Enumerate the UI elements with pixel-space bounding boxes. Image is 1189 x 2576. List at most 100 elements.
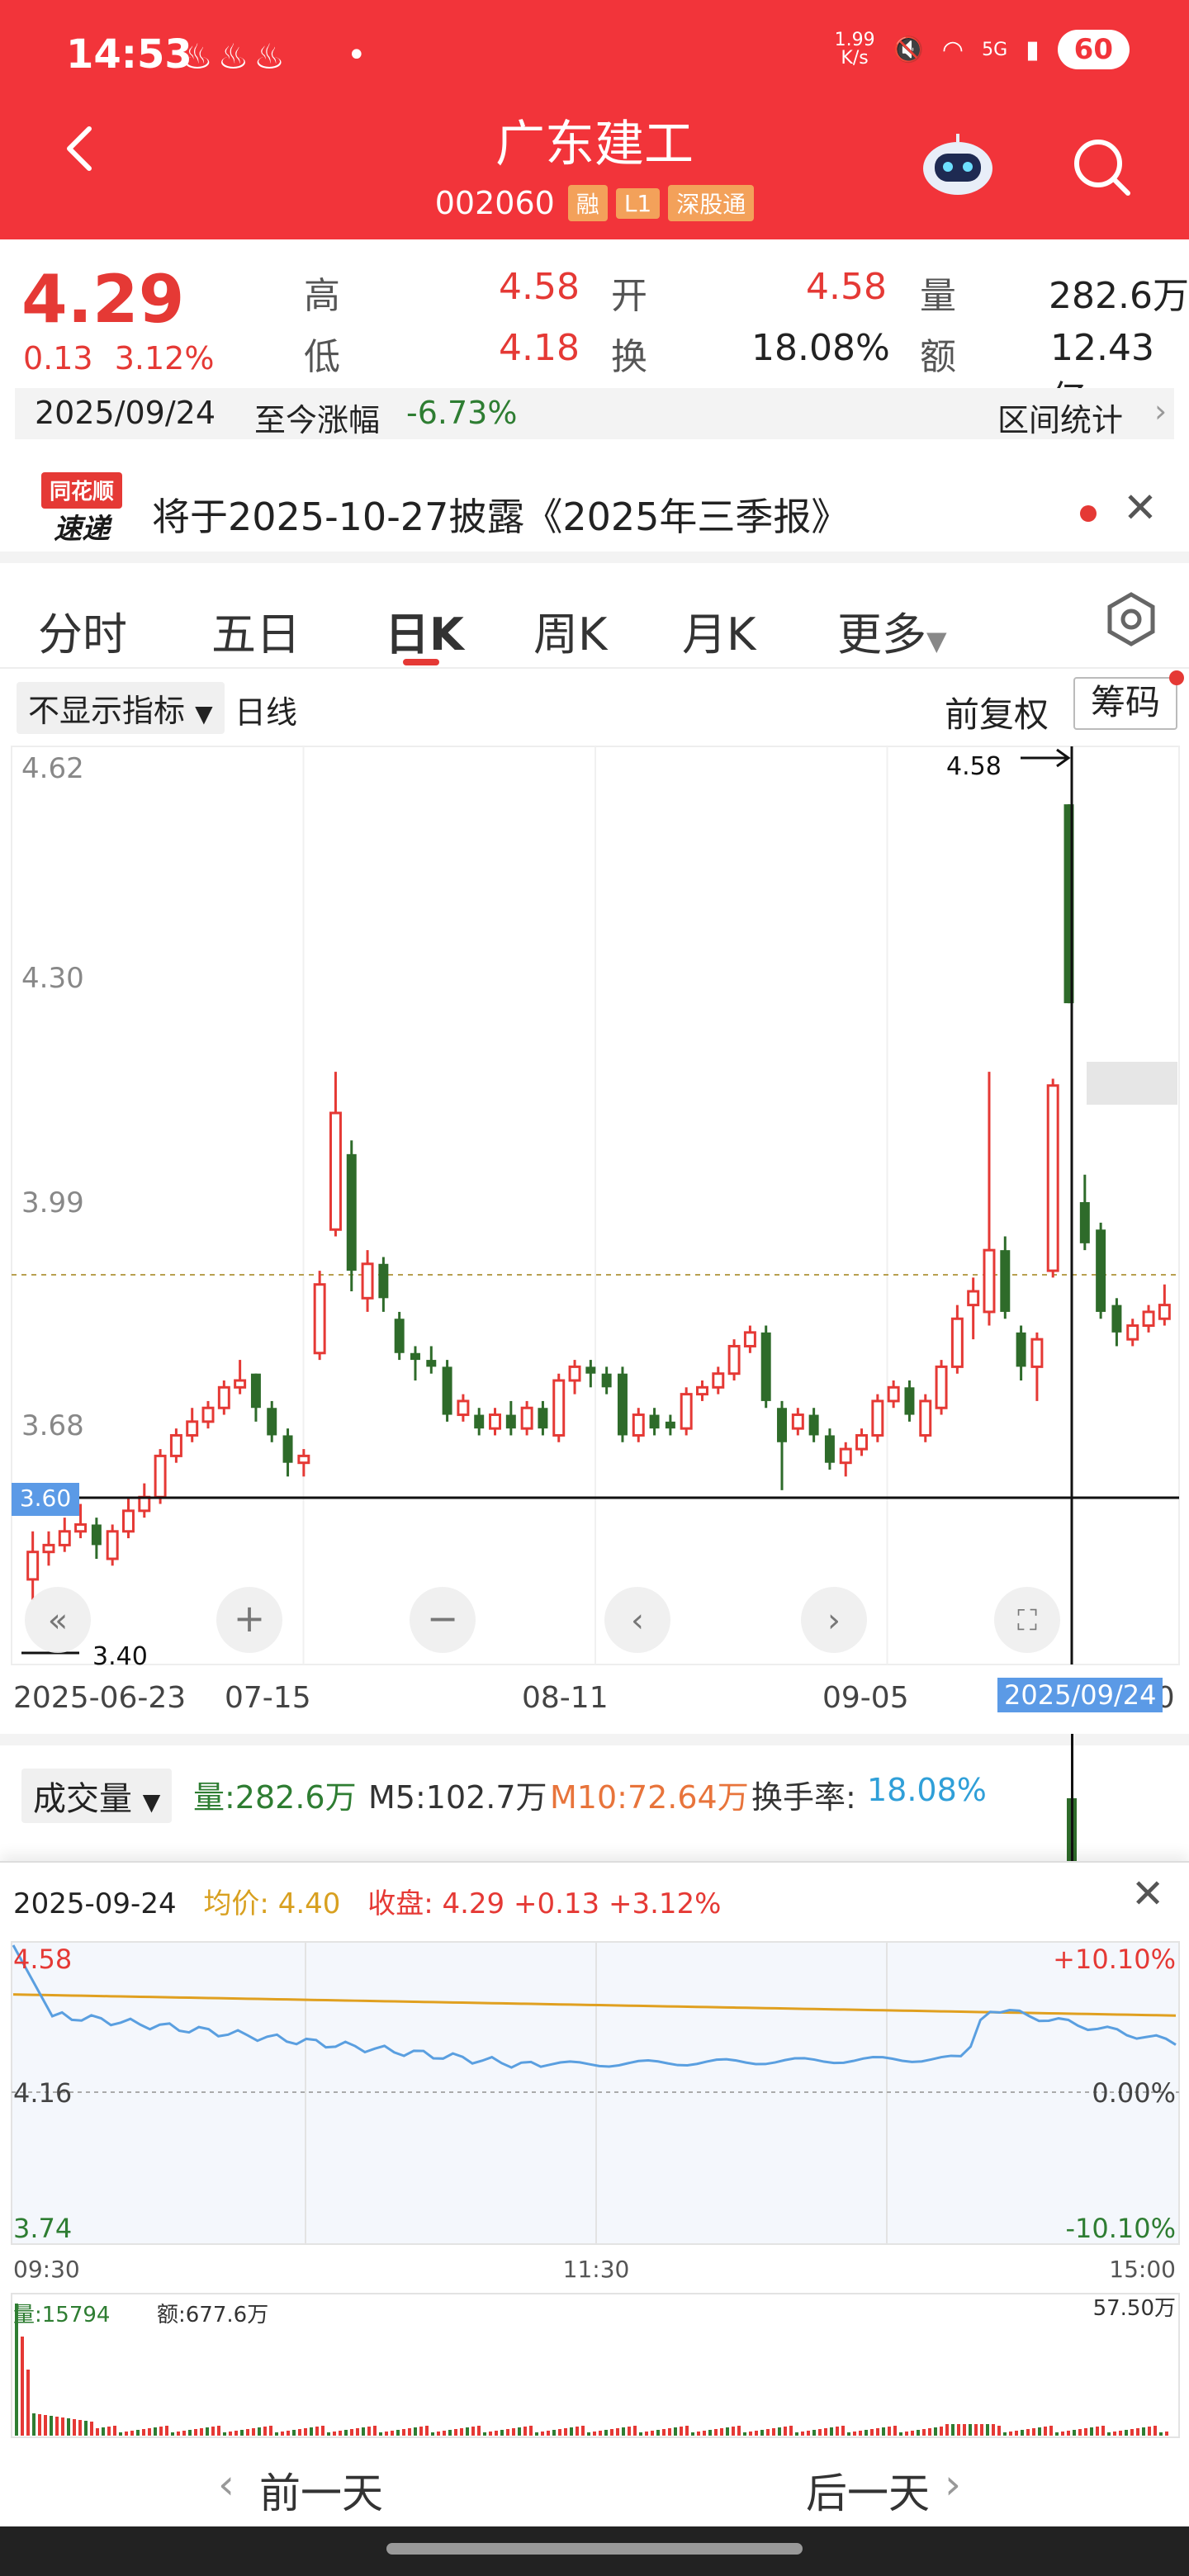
volume-bar: [1021, 2430, 1024, 2436]
active-tab-indicator: [403, 659, 439, 665]
plus-icon: +: [234, 1596, 266, 1641]
candle-up: [727, 1344, 741, 1376]
tab-monthly-k[interactable]: 月K: [682, 598, 756, 663]
date-label-selected: 2025/09/24: [997, 1678, 1163, 1712]
candle-up: [1126, 1324, 1139, 1341]
volume-bar: [847, 2432, 850, 2436]
volume-bar: [980, 2424, 983, 2436]
volume-bar: [15, 2304, 18, 2436]
volume-bar: [535, 2432, 538, 2436]
volume-bar: [755, 2431, 758, 2436]
volume-bar: [529, 2426, 533, 2436]
volume-bar: [113, 2426, 116, 2436]
volume-bar: [1101, 2426, 1105, 2436]
candle-down: [1000, 1250, 1011, 1312]
stock-name: 广东建工: [495, 116, 694, 173]
system-nav-bar: [0, 2526, 1189, 2576]
volume-bar: [899, 2432, 902, 2436]
candle-up: [967, 1290, 980, 1307]
volume-bar: [471, 2427, 475, 2436]
volume-bar: [385, 2432, 388, 2436]
high-value: 4.58: [499, 266, 580, 308]
volume-m10: M10:72.64万: [550, 1779, 749, 1816]
volume-bar: [142, 2429, 145, 2436]
volume-bar: [408, 2428, 411, 2436]
robot-assistant-icon[interactable]: [918, 132, 997, 198]
candle-down: [649, 1414, 660, 1429]
volume-bar: [44, 2415, 47, 2436]
status-dot-icon: •: [347, 36, 367, 74]
range-bar[interactable]: 2025/09/24 至今涨幅 -6.73% 区间统计 ›: [15, 388, 1174, 439]
volume-header: 成交量 ▼ 量:282.6万 M5:102.7万 M10:72.64万 换手率:…: [0, 1734, 1189, 1825]
volume-bar: [523, 2427, 527, 2436]
candle-down: [442, 1366, 452, 1415]
volume-bar: [229, 2432, 232, 2436]
next-day-button[interactable]: 后一天: [806, 2460, 930, 2520]
volume-bar: [714, 2429, 718, 2436]
volume-bar: [708, 2430, 712, 2436]
volume-bar: [726, 2427, 729, 2436]
tab-five-day[interactable]: 五日: [211, 598, 301, 663]
volume-bar: [870, 2429, 874, 2436]
volume-bar: [67, 2418, 70, 2436]
volume-bar: [888, 2427, 891, 2436]
popup-vol-label: 量:15794: [13, 2303, 110, 2327]
range-stats-link[interactable]: 区间统计: [997, 395, 1123, 440]
tab-weekly-k[interactable]: 周K: [533, 598, 607, 663]
volume-bar: [448, 2430, 452, 2436]
volume-bar: [587, 2432, 590, 2436]
chevron-right-icon: ›: [827, 1602, 841, 1640]
stock-meta: 002060 融 L1 深股通: [0, 185, 1189, 221]
candle-down: [538, 1408, 548, 1429]
volume-bar: [339, 2431, 342, 2436]
tab-intraday[interactable]: 分时: [38, 598, 127, 663]
day-navigation: ‹ 前一天 后一天 ›: [0, 2444, 1189, 2526]
home-indicator[interactable]: [386, 2543, 803, 2555]
volume-bar: [321, 2426, 324, 2436]
current-price: 4.29: [21, 261, 185, 338]
notice-banner[interactable]: 同花顺 速递 将于2025-10-27披露《2025年三季报》 ✕: [0, 456, 1189, 563]
volume-bar: [217, 2426, 220, 2436]
status-time: 14:53: [66, 31, 192, 78]
volume-bar: [84, 2421, 88, 2436]
candle-up: [361, 1262, 374, 1300]
volume-bar: [905, 2432, 908, 2436]
candle-up: [154, 1454, 167, 1499]
volume-bar: [223, 2432, 226, 2436]
amount-label: 额: [920, 336, 956, 378]
kline-chart[interactable]: 3.60 4.62 4.30 3.99 3.68 4.58 3.40 « + −…: [0, 740, 1189, 1678]
volume-bar: [310, 2427, 313, 2436]
candle-up: [950, 1317, 964, 1368]
candle-up: [1030, 1338, 1044, 1368]
volume-bar: [604, 2430, 608, 2436]
volume-bar: [258, 2427, 261, 2436]
candle-up: [1158, 1304, 1171, 1320]
volume-bar: [766, 2429, 770, 2436]
volume-bar: [691, 2432, 694, 2436]
close-icon[interactable]: ✕: [1123, 484, 1158, 532]
volume-bar: [674, 2427, 677, 2436]
candle-up: [217, 1385, 230, 1409]
candle-up: [201, 1406, 215, 1423]
tab-more[interactable]: 更多▼: [837, 598, 947, 663]
tab-daily-k[interactable]: 日K: [385, 598, 464, 663]
turnover-value: 18.08%: [751, 327, 890, 369]
volume-bar: [78, 2420, 82, 2436]
popup-time-mid: 11:30: [563, 2256, 630, 2283]
indicator-select[interactable]: 不显示指标 ▼: [17, 682, 225, 734]
candle-up: [457, 1399, 470, 1417]
settings-icon[interactable]: [1101, 590, 1161, 649]
volume-bar: [1142, 2427, 1145, 2436]
volume-bar: [639, 2432, 642, 2436]
vol-label: 量: [920, 275, 956, 317]
volume-bar: [795, 2432, 798, 2436]
volume-bar: [1107, 2432, 1111, 2436]
chip-distribution-button[interactable]: 筹码: [1073, 677, 1177, 730]
candle-up: [313, 1283, 326, 1355]
date-label-4: 09-05: [822, 1681, 909, 1715]
prev-day-button[interactable]: 前一天: [259, 2460, 383, 2520]
y-label-2: 4.30: [21, 962, 84, 995]
search-icon[interactable]: [1070, 135, 1133, 198]
adjust-toggle[interactable]: 前复权: [945, 687, 1049, 737]
volume-select[interactable]: 成交量 ▼: [21, 1769, 173, 1823]
